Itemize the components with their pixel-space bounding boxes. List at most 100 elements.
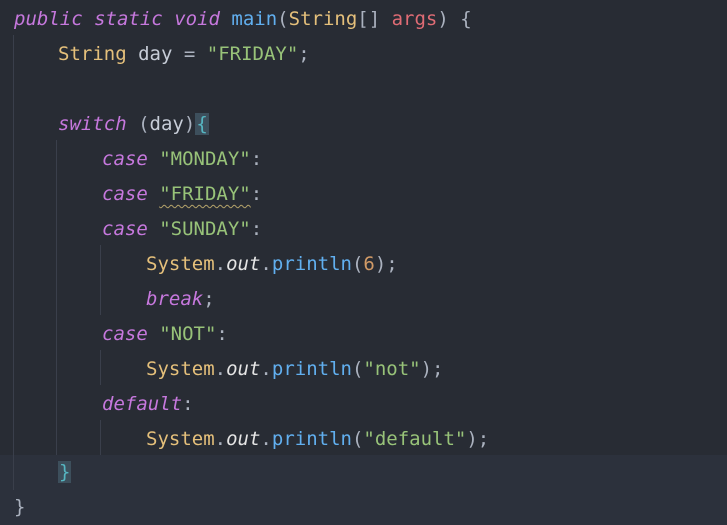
- code-line[interactable]: default:: [0, 387, 727, 422]
- code-line[interactable]: }: [0, 490, 727, 525]
- code-token: .: [214, 428, 227, 450]
- code-line[interactable]: String day = "FRIDAY";: [0, 37, 727, 72]
- code-line-content: default:: [102, 387, 194, 422]
- code-token: ;: [203, 288, 215, 310]
- indent-guide: [100, 350, 101, 385]
- code-line[interactable]: case "MONDAY":: [0, 142, 727, 177]
- code-line-content: switch (day){: [58, 107, 209, 142]
- code-line-content: System.out.println("not");: [146, 352, 444, 387]
- code-token: .: [214, 253, 227, 275]
- code-token: :: [182, 393, 194, 415]
- indent-guide: [100, 420, 101, 455]
- code-token: "default": [363, 428, 467, 450]
- code-token: (: [351, 253, 364, 275]
- code-token: switch: [58, 113, 127, 135]
- code-line-content: System.out.println(6);: [146, 247, 398, 282]
- indent-guide: [13, 35, 14, 490]
- code-token: "not": [363, 358, 421, 380]
- code-line[interactable]: System.out.println("default");: [0, 422, 727, 457]
- code-token: String: [288, 8, 358, 30]
- code-token: ;: [298, 43, 310, 65]
- code-line-content: case "SUNDAY":: [102, 212, 262, 247]
- code-line-content: break;: [146, 282, 215, 317]
- code-token: ): [183, 113, 196, 135]
- code-token: args: [391, 8, 438, 30]
- code-token: 6: [363, 253, 375, 275]
- code-token: System: [146, 428, 215, 450]
- code-token: main: [231, 8, 278, 30]
- code-token: static: [94, 8, 163, 30]
- code-line[interactable]: switch (day){: [0, 107, 727, 142]
- code-line-content: String day = "FRIDAY";: [58, 37, 310, 72]
- code-token: String: [58, 43, 127, 65]
- indent-guide: [56, 140, 57, 455]
- code-line-content: case "FRIDAY":: [102, 177, 262, 212]
- code-line-content: System.out.println("default");: [146, 422, 489, 457]
- code-line[interactable]: System.out.println("not");: [0, 352, 727, 387]
- code-token: case: [102, 183, 148, 205]
- code-token: (: [351, 358, 364, 380]
- code-token: "FRIDAY": [206, 43, 299, 65]
- code-token: System: [146, 253, 215, 275]
- code-token: break: [146, 288, 204, 310]
- code-token: out: [226, 253, 261, 275]
- code-token: );: [466, 428, 490, 450]
- code-token: day: [149, 113, 184, 135]
- code-token: :: [250, 148, 263, 170]
- code-token: (: [277, 8, 289, 30]
- code-line[interactable]: public static void main(String[] args) {: [0, 2, 727, 37]
- code-token: out: [226, 358, 261, 380]
- code-line-content: case "MONDAY":: [102, 142, 262, 177]
- indent-guide: [100, 245, 101, 315]
- code-token: );: [420, 358, 444, 380]
- code-token: {: [195, 113, 209, 135]
- code-line-content: public static void main(String[] args) {: [14, 2, 472, 37]
- code-token: ) {: [437, 8, 472, 30]
- code-token: day: [138, 43, 173, 65]
- code-token: "NOT": [159, 323, 217, 345]
- code-token: :: [250, 218, 263, 240]
- code-token: case: [102, 323, 148, 345]
- code-token: (: [126, 113, 150, 135]
- code-token: =: [172, 43, 207, 65]
- code-line[interactable]: break;: [0, 282, 727, 317]
- code-token: );: [374, 253, 398, 275]
- code-token: :: [216, 323, 228, 345]
- code-line[interactable]: System.out.println(6);: [0, 247, 727, 282]
- code-token: "FRIDAY": [159, 183, 251, 205]
- code-token: }: [58, 461, 72, 483]
- code-token: "SUNDAY": [159, 218, 251, 240]
- code-token: void: [174, 8, 220, 30]
- code-token: out: [226, 428, 261, 450]
- code-token: .: [260, 253, 272, 275]
- code-editor[interactable]: }} System.out.println("default"); default:…: [0, 0, 727, 525]
- code-token: "MONDAY": [159, 148, 251, 170]
- code-token: println: [271, 428, 352, 450]
- code-token: []: [357, 8, 392, 30]
- code-token: .: [260, 358, 272, 380]
- code-token: case: [102, 218, 148, 240]
- code-line[interactable]: case "NOT":: [0, 317, 727, 352]
- code-line-content: case "NOT":: [102, 317, 228, 352]
- code-line[interactable]: case "FRIDAY":: [0, 177, 727, 212]
- code-token: case: [102, 148, 148, 170]
- code-token: :: [250, 183, 263, 205]
- code-line[interactable]: case "SUNDAY":: [0, 212, 727, 247]
- code-line[interactable]: }: [0, 455, 727, 490]
- code-token: public: [14, 8, 83, 30]
- code-token: .: [260, 428, 272, 450]
- code-token: println: [271, 253, 352, 275]
- code-token: default: [102, 393, 183, 415]
- code-line[interactable]: [0, 72, 727, 107]
- code-line-content: }: [58, 455, 72, 490]
- code-token: println: [271, 358, 352, 380]
- code-token: System: [146, 358, 215, 380]
- code-token: (: [351, 428, 364, 450]
